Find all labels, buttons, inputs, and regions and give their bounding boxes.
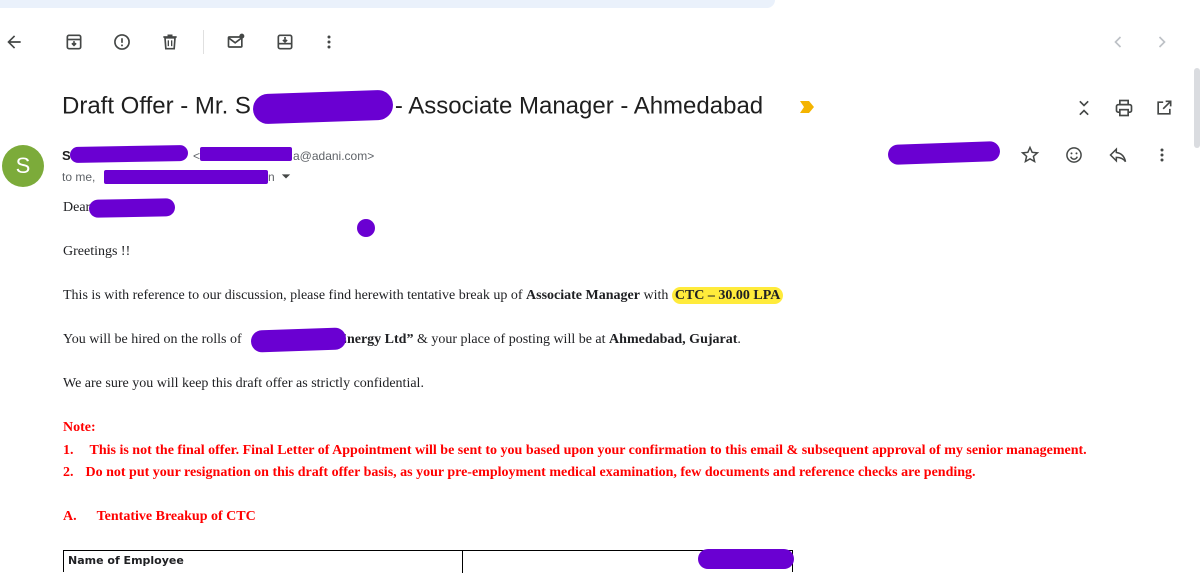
sender-email: a@adani.com> bbox=[293, 149, 375, 163]
redaction-mark bbox=[357, 219, 375, 237]
note-item-2: 2. Do not put your resignation on this dr… bbox=[63, 465, 976, 480]
recipients-line[interactable]: to me, bbox=[62, 170, 95, 184]
ctc-breakup-table: Name of Employee bbox=[63, 550, 793, 573]
redaction-mark bbox=[69, 144, 189, 164]
toolbar-divider bbox=[203, 30, 204, 54]
ctc-highlight: CTC – 30.00 LPA bbox=[671, 287, 784, 304]
salutation: Dear bbox=[63, 200, 91, 215]
search-bar-edge bbox=[0, 0, 775, 8]
more-vert-icon[interactable] bbox=[315, 28, 343, 56]
role-name: Associate Manager bbox=[526, 288, 640, 303]
subject-prefix: Draft Offer - Mr. S bbox=[62, 92, 251, 120]
section-a-heading: A. Tentative Breakup of CTC bbox=[63, 509, 256, 524]
show-details-icon[interactable] bbox=[276, 166, 296, 186]
newer-icon[interactable] bbox=[1104, 28, 1132, 56]
reply-icon[interactable] bbox=[1104, 141, 1132, 169]
mark-unread-icon[interactable] bbox=[222, 28, 250, 56]
sender-avatar[interactable]: S bbox=[2, 145, 44, 187]
email-subject: Draft Offer - Mr. S - Associate Manager -… bbox=[62, 89, 764, 125]
table-header-cell: Name of Employee bbox=[64, 551, 463, 573]
posting-location: Ahmedabad, Gujarat bbox=[609, 332, 738, 347]
emoji-reaction-icon[interactable] bbox=[1060, 141, 1088, 169]
paragraph-ctc: This is with reference to our discussion… bbox=[63, 287, 784, 304]
archive-icon[interactable] bbox=[60, 28, 88, 56]
company-name: Energy Ltd” bbox=[337, 332, 414, 347]
redaction-mark bbox=[250, 327, 347, 353]
redaction-mark bbox=[200, 147, 292, 161]
collapse-all-icon[interactable] bbox=[1070, 94, 1098, 122]
recipients-prefix: to me, bbox=[62, 170, 96, 184]
star-icon[interactable] bbox=[1016, 141, 1044, 169]
redaction-mark bbox=[887, 141, 1001, 165]
back-icon[interactable] bbox=[0, 28, 28, 56]
redaction-mark bbox=[252, 89, 394, 125]
report-spam-icon[interactable] bbox=[108, 28, 136, 56]
print-icon[interactable] bbox=[1110, 94, 1138, 122]
delete-icon[interactable] bbox=[156, 28, 184, 56]
paragraph-confidential: We are sure you will keep this draft off… bbox=[63, 376, 424, 391]
subject-suffix: - Associate Manager - Ahmedabad bbox=[394, 92, 764, 120]
message-more-icon[interactable] bbox=[1148, 141, 1176, 169]
redaction-mark bbox=[88, 198, 176, 218]
redaction-mark bbox=[698, 549, 794, 569]
redaction-mark bbox=[104, 170, 268, 184]
paragraph-company: You will be hired on the rolls of Energy … bbox=[63, 332, 741, 347]
move-to-icon[interactable] bbox=[271, 28, 299, 56]
older-icon[interactable] bbox=[1148, 28, 1176, 56]
scrollbar[interactable] bbox=[1194, 68, 1200, 148]
recipients-suffix: n bbox=[268, 170, 275, 184]
sender-email-open: < bbox=[193, 149, 201, 163]
note-title: Note: bbox=[63, 420, 96, 435]
note-item-1: 1. This is not the final offer. Final Let… bbox=[63, 443, 1087, 458]
open-new-window-icon[interactable] bbox=[1150, 94, 1178, 122]
importance-marker-icon[interactable] bbox=[800, 101, 814, 113]
greeting: Greetings !! bbox=[63, 244, 131, 259]
